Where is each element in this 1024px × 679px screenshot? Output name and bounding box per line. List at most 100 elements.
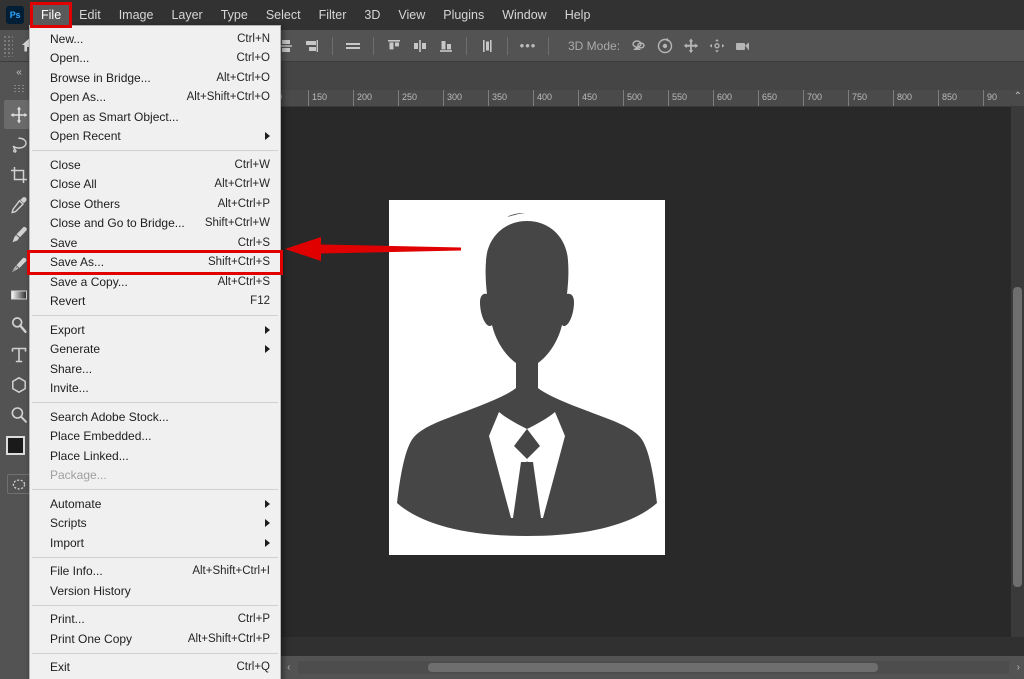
ruler-tick: 600 [713, 90, 732, 107]
menu-item-print[interactable]: Print... Ctrl+P [30, 610, 280, 630]
menu-item-label: Generate [50, 342, 265, 356]
menu-item-label: Revert [50, 294, 250, 308]
menu-item-open-recent[interactable]: Open Recent [30, 127, 280, 147]
horizontal-scrollbar[interactable] [298, 661, 1008, 674]
menu-item-place-embedded[interactable]: Place Embedded... [30, 427, 280, 447]
menu-item-exit[interactable]: Exit Ctrl+Q [30, 658, 280, 678]
3d-roll-icon[interactable] [652, 33, 678, 59]
menu-select[interactable]: Select [257, 4, 310, 26]
menu-item-label: Open Recent [50, 129, 265, 143]
menu-layer[interactable]: Layer [162, 4, 211, 26]
file-menu-dropdown[interactable]: New... Ctrl+N Open... Ctrl+O Browse in B… [29, 25, 281, 679]
menu-item-shortcut: Alt+Ctrl+W [214, 178, 270, 190]
menu-item-revert[interactable]: Revert F12 [30, 292, 280, 312]
menu-item-version-history[interactable]: Version History [30, 581, 280, 601]
menu-item-label: Exit [50, 660, 236, 674]
menu-type[interactable]: Type [212, 4, 257, 26]
vertical-scrollbar[interactable] [1011, 107, 1024, 656]
ruler-tick: 750 [848, 90, 867, 107]
menu-item-close-and-go-to-bridge[interactable]: Close and Go to Bridge... Shift+Ctrl+W [30, 214, 280, 234]
menu-item-open-as[interactable]: Open As... Alt+Shift+Ctrl+O [30, 88, 280, 108]
menu-separator [32, 150, 278, 151]
3d-slide-icon[interactable] [704, 33, 730, 59]
distribute-horizontal-centers-icon[interactable] [407, 33, 433, 59]
menu-item-close[interactable]: Close Ctrl+W [30, 155, 280, 175]
menu-item-label: Open As... [50, 90, 187, 104]
menu-item-label: Open as Smart Object... [50, 110, 270, 124]
submenu-arrow-icon [265, 500, 270, 508]
menu-item-share[interactable]: Share... [30, 359, 280, 379]
menu-item-file-info[interactable]: File Info... Alt+Shift+Ctrl+I [30, 562, 280, 582]
menu-edit[interactable]: Edit [70, 4, 110, 26]
menu-item-import[interactable]: Import [30, 533, 280, 553]
3d-pan-icon[interactable] [678, 33, 704, 59]
toolbar-grip[interactable] [13, 84, 25, 94]
menu-item-shortcut: Ctrl+P [238, 613, 270, 625]
distribute-spacing-icon[interactable] [474, 33, 500, 59]
ps-logo-icon: Ps [6, 6, 24, 24]
align-right-edges-icon[interactable] [299, 33, 325, 59]
menu-item-invite[interactable]: Invite... [30, 379, 280, 399]
menu-item-save-as[interactable]: Save As... Shift+Ctrl+S [30, 253, 280, 273]
menu-item-scripts[interactable]: Scripts [30, 514, 280, 534]
menu-item-close-all[interactable]: Close All Alt+Ctrl+W [30, 175, 280, 195]
menu-item-label: File Info... [50, 564, 192, 578]
scroll-left-icon[interactable]: ‹ [283, 662, 294, 673]
menu-item-shortcut: Ctrl+W [235, 159, 270, 171]
menu-item-shortcut: Shift+Ctrl+S [208, 256, 270, 268]
vertical-scrollbar-thumb[interactable] [1013, 287, 1022, 587]
menu-item-label: Browse in Bridge... [50, 71, 216, 85]
menu-item-save[interactable]: Save Ctrl+S [30, 233, 280, 253]
menu-item-label: New... [50, 32, 237, 46]
menu-item-new[interactable]: New... Ctrl+N [30, 29, 280, 49]
options-divider-4 [507, 37, 508, 55]
distribute-bottom-edges-icon[interactable] [433, 33, 459, 59]
menu-window[interactable]: Window [493, 4, 555, 26]
menu-item-print-one-copy[interactable]: Print One Copy Alt+Shift+Ctrl+P [30, 629, 280, 649]
horizontal-scrollbar-thumb[interactable] [428, 663, 878, 672]
menu-item-generate[interactable]: Generate [30, 340, 280, 360]
menu-view[interactable]: View [389, 4, 434, 26]
menu-item-shortcut: Alt+Shift+Ctrl+O [187, 91, 270, 103]
3d-camera-icon[interactable] [730, 33, 756, 59]
menu-item-shortcut: Alt+Shift+Ctrl+P [188, 633, 270, 645]
ruler-tick: 200 [353, 90, 372, 107]
menu-separator [32, 557, 278, 558]
annotation-arrow [283, 236, 461, 262]
3d-rotate-icon[interactable] [626, 33, 652, 59]
menu-item-shortcut: Alt+Shift+Ctrl+I [192, 565, 270, 577]
ruler-tick: 250 [398, 90, 417, 107]
menu-item-automate[interactable]: Automate [30, 494, 280, 514]
menu-item-shortcut: F12 [250, 295, 270, 307]
menu-item-browse-in-bridge[interactable]: Browse in Bridge... Alt+Ctrl+O [30, 68, 280, 88]
distribute-top-edges-icon[interactable] [381, 33, 407, 59]
quick-mask-icon[interactable] [7, 474, 31, 494]
menu-item-shortcut: Ctrl+O [236, 52, 270, 64]
menu-item-export[interactable]: Export [30, 320, 280, 340]
menu-item-save-a-copy[interactable]: Save a Copy... Alt+Ctrl+S [30, 272, 280, 292]
menu-image[interactable]: Image [110, 4, 163, 26]
menu-file[interactable]: File [32, 4, 70, 26]
menu-help[interactable]: Help [556, 4, 600, 26]
menu-separator [32, 489, 278, 490]
menu-item-open[interactable]: Open... Ctrl+O [30, 49, 280, 69]
3d-mode-label: 3D Mode: [568, 39, 620, 53]
chevron-up-icon[interactable]: ⌃ [1014, 91, 1022, 102]
menu-item-open-as-smart-object[interactable]: Open as Smart Object... [30, 107, 280, 127]
scroll-right-icon[interactable]: › [1013, 662, 1024, 673]
distribute-vertical-icon[interactable] [340, 33, 366, 59]
options-bar-grip[interactable] [3, 35, 13, 57]
menu-plugins[interactable]: Plugins [434, 4, 493, 26]
options-divider-2 [373, 37, 374, 55]
menu-item-label: Export [50, 323, 265, 337]
ruler-tick: 150 [308, 90, 327, 107]
menu-item-close-others[interactable]: Close Others Alt+Ctrl+P [30, 194, 280, 214]
foreground-color-swatch[interactable] [6, 436, 25, 455]
menu-item-place-linked[interactable]: Place Linked... [30, 446, 280, 466]
menu-3d[interactable]: 3D [355, 4, 389, 26]
more-options-icon[interactable]: ••• [515, 33, 541, 59]
menu-filter[interactable]: Filter [310, 4, 356, 26]
menu-item-shortcut: Ctrl+N [237, 33, 270, 45]
ruler-tick: 90 [983, 90, 997, 107]
menu-item-search-adobe-stock[interactable]: Search Adobe Stock... [30, 407, 280, 427]
